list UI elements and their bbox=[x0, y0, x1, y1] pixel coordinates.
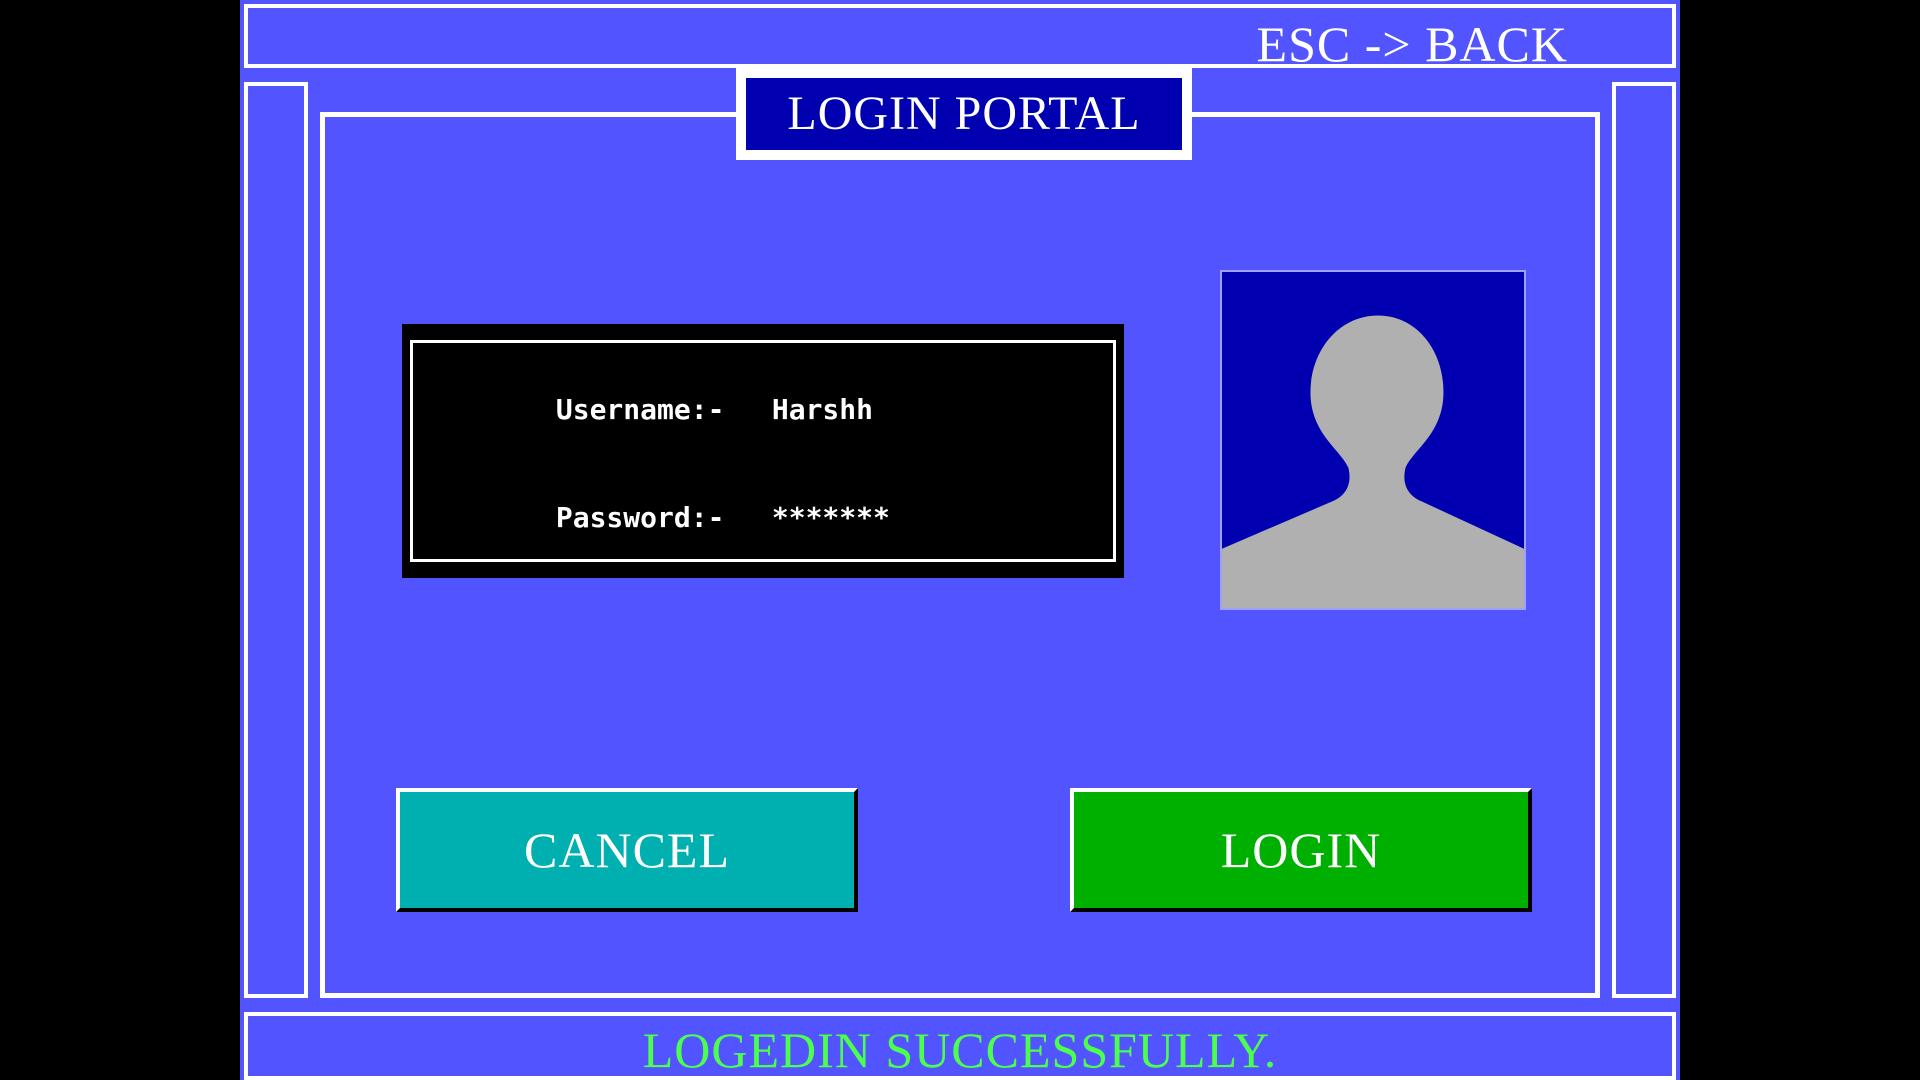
password-row[interactable]: Password:- ******* bbox=[421, 467, 890, 569]
username-row[interactable]: Username:- Harshh bbox=[421, 359, 873, 461]
portal-title-box: LOGIN PORTAL bbox=[736, 68, 1192, 160]
left-rail bbox=[244, 82, 308, 998]
cancel-button[interactable]: CANCEL bbox=[396, 788, 858, 912]
password-field[interactable]: ******* bbox=[772, 501, 890, 535]
esc-back-hint: ESC -> BACK bbox=[1256, 16, 1568, 72]
login-screen: ESC -> BACK LOGIN PORTAL Username:- Harsh… bbox=[240, 0, 1680, 1080]
login-form-border: Username:- Harshh Password:- ******* bbox=[410, 340, 1116, 562]
user-silhouette-icon bbox=[1222, 272, 1524, 608]
cancel-button-label: CANCEL bbox=[524, 822, 730, 878]
username-field[interactable]: Harshh bbox=[772, 393, 873, 427]
password-label: Password:- bbox=[555, 501, 725, 534]
portal-title: LOGIN PORTAL bbox=[787, 87, 1141, 140]
top-bar: ESC -> BACK bbox=[244, 4, 1676, 72]
username-label: Username:- bbox=[555, 393, 725, 426]
right-rail bbox=[1612, 82, 1676, 998]
login-form: Username:- Harshh Password:- ******* bbox=[402, 324, 1124, 578]
avatar bbox=[1220, 270, 1526, 610]
status-message: LOGEDIN SUCCESSFULLY. bbox=[642, 1022, 1278, 1078]
login-button[interactable]: LOGIN bbox=[1070, 788, 1532, 912]
login-button-label: LOGIN bbox=[1220, 822, 1382, 878]
status-bar: LOGEDIN SUCCESSFULLY. bbox=[244, 1012, 1676, 1080]
